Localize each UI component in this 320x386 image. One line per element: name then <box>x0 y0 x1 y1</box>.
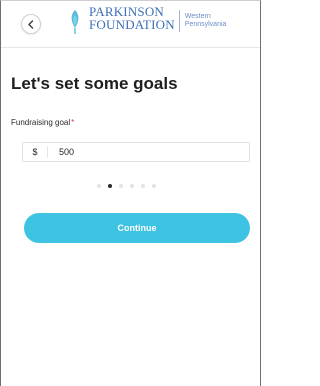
step-dot <box>152 184 156 188</box>
step-indicator <box>97 184 156 188</box>
logo-divider <box>178 10 180 32</box>
back-button[interactable] <box>21 14 41 34</box>
required-mark: * <box>71 118 75 127</box>
logo-sub-line2: Pennsylvania <box>184 21 227 28</box>
page-title: Let's set some goals <box>11 74 178 93</box>
app-screen: PARKINSON FOUNDATION Western Pennsylvani… <box>0 0 261 386</box>
fundraising-goal-input[interactable] <box>48 145 209 159</box>
step-dot <box>97 184 101 188</box>
currency-symbol: $ <box>23 146 48 158</box>
chevron-left-icon <box>28 19 34 29</box>
continue-button[interactable]: Continue <box>24 213 250 243</box>
field-label-text: Fundraising goal <box>11 118 71 127</box>
step-dot <box>130 184 134 188</box>
logo-mark-icon <box>71 10 79 34</box>
step-dot <box>119 184 123 188</box>
fundraising-goal-field[interactable]: $ <box>22 142 250 162</box>
fundraising-goal-label: Fundraising goal* <box>11 118 74 127</box>
step-dot <box>141 184 145 188</box>
parkinson-foundation-logo: PARKINSON FOUNDATION Western Pennsylvani… <box>67 1 226 41</box>
header: PARKINSON FOUNDATION Western Pennsylvani… <box>1 1 260 48</box>
logo-sub-line1: Western <box>184 12 211 20</box>
logo-line2: FOUNDATION <box>89 17 175 32</box>
step-dot-active <box>108 184 112 188</box>
